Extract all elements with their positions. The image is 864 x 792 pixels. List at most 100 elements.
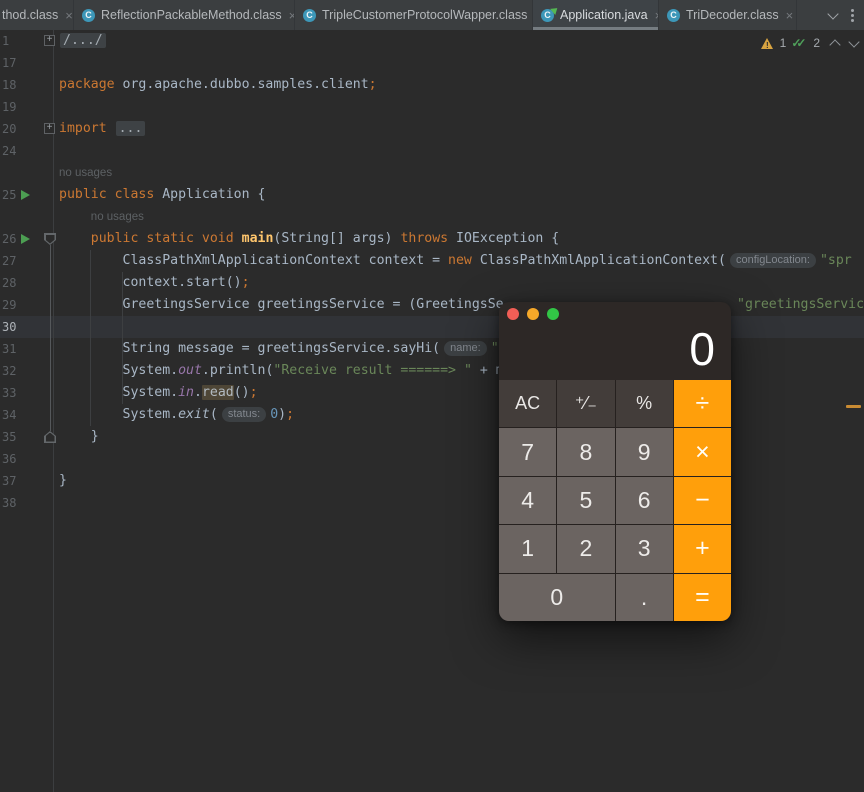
code-token: out: [178, 363, 202, 378]
line-number: 28: [2, 272, 46, 294]
calc-button-−[interactable]: −: [674, 477, 731, 524]
usages-hint[interactable]: no usages: [59, 162, 112, 184]
code-token: }: [59, 429, 99, 444]
calc-button-0[interactable]: 0: [499, 574, 615, 621]
line-number: 35: [2, 426, 46, 448]
code-token: IOException {: [448, 231, 559, 246]
calc-button-+[interactable]: +: [674, 525, 731, 572]
code-line: import ...: [59, 118, 146, 140]
line-number: 33: [2, 382, 46, 404]
line-number: 20: [2, 118, 46, 140]
usages-hint[interactable]: no usages: [91, 206, 144, 228]
code-token: ...: [116, 121, 146, 136]
minimize-button[interactable]: [527, 308, 539, 320]
runnable-class-icon: C: [541, 9, 554, 22]
inspections-widget[interactable]: ! 1 ✓✓ 2: [761, 35, 858, 51]
code-token: exit: [178, 407, 210, 422]
calc-button-÷[interactable]: ÷: [674, 380, 731, 427]
calc-button-1[interactable]: 1: [499, 525, 556, 572]
line-number: 27: [2, 250, 46, 272]
code-token: package: [59, 77, 115, 92]
tab-bar-tools: [829, 0, 864, 30]
code-token: ): [278, 407, 286, 422]
more-vertical-icon[interactable]: [851, 9, 854, 22]
code-token: System.: [59, 407, 178, 422]
fold-expand-icon[interactable]: +: [44, 35, 55, 46]
calc-button-%[interactable]: %: [616, 380, 673, 427]
editor-tab[interactable]: CReflectionPackableMethod.class×: [74, 0, 295, 30]
code-token: public static void: [91, 231, 234, 246]
current-line-highlight: [0, 316, 864, 338]
tab-label: TriDecoder.class: [686, 8, 779, 22]
class-icon: C: [303, 9, 316, 22]
calc-button-6[interactable]: 6: [616, 477, 673, 524]
warning-icon: !: [761, 38, 774, 49]
code-token: [107, 121, 115, 136]
previous-problem-icon[interactable]: [829, 39, 840, 50]
code-token: (String[] args): [273, 231, 400, 246]
tab-close-icon[interactable]: ×: [786, 9, 794, 22]
calc-button-7[interactable]: 7: [499, 428, 556, 475]
code-token: context.start(): [59, 275, 242, 290]
close-button[interactable]: [507, 308, 519, 320]
editor-tab[interactable]: CTripleCustomerProtocolWapper.class×: [295, 0, 533, 30]
tab-label: thod.class: [2, 8, 58, 22]
tab-label: Application.java: [560, 8, 648, 22]
calc-button-=[interactable]: =: [674, 574, 731, 621]
code-line: System.exit(status:0);: [59, 404, 294, 426]
chevron-down-icon[interactable]: [827, 8, 838, 19]
line-number: 32: [2, 360, 46, 382]
code-token: }: [59, 473, 67, 488]
code-token: "spr: [820, 253, 852, 268]
code-token: throws: [400, 231, 448, 246]
editor-tab[interactable]: thod.class ×: [0, 0, 74, 30]
line-number: 30: [2, 316, 46, 338]
calc-display: 0: [689, 322, 716, 376]
fold-expand-icon[interactable]: +: [44, 123, 55, 134]
code-line: String message = greetingsService.sayHi(…: [59, 338, 499, 360]
line-number: 37: [2, 470, 46, 492]
code-line: package org.apache.dubbo.samples.client;: [59, 74, 377, 96]
calc-button-×[interactable]: ×: [674, 428, 731, 475]
code-token: GreetingsService greetingsService = (Gre…: [59, 297, 504, 312]
fold-start-icon[interactable]: [44, 233, 56, 245]
calc-button-⁺⁄₋[interactable]: ⁺⁄₋: [557, 380, 614, 427]
scrollbar-warning-stripe: [846, 405, 861, 408]
tab-close-icon[interactable]: ×: [65, 9, 73, 22]
calc-button-AC[interactable]: AC: [499, 380, 556, 427]
code-token: [59, 231, 91, 246]
line-number: 38: [2, 492, 46, 514]
run-overlay-icon: [550, 5, 560, 15]
code-line: }: [59, 426, 99, 448]
class-icon: C: [667, 9, 680, 22]
code-line: ClassPathXmlApplicationContext context =…: [59, 250, 852, 272]
code-token: import: [59, 121, 107, 136]
code-line: System.out.println("Receive result =====…: [59, 360, 504, 382]
editor-area[interactable]: 1+/.../1718package org.apache.dubbo.samp…: [0, 30, 864, 792]
code-line: /.../: [59, 30, 107, 52]
calc-button-5[interactable]: 5: [557, 477, 614, 524]
calc-button-2[interactable]: 2: [557, 525, 614, 572]
zoom-button[interactable]: [547, 308, 559, 320]
code-token: Application {: [154, 187, 265, 202]
code-token: main: [234, 231, 274, 246]
next-problem-icon[interactable]: [848, 36, 859, 47]
code-token: (): [234, 385, 250, 400]
code-token: /.../: [60, 33, 106, 48]
run-gutter-icon[interactable]: [21, 190, 30, 200]
tab-label: TripleCustomerProtocolWapper.class: [322, 8, 527, 22]
calc-button-.[interactable]: .: [616, 574, 673, 621]
editor-tab[interactable]: C TriDecoder.class ×: [659, 0, 797, 30]
inlay-hint: name:: [444, 341, 487, 356]
calc-keypad: AC⁺⁄₋%÷ 789× 456− 123+0.=: [499, 380, 731, 621]
calc-button-8[interactable]: 8: [557, 428, 614, 475]
fold-end-icon[interactable]: [44, 431, 56, 443]
run-gutter-icon[interactable]: [21, 234, 30, 244]
calc-button-9[interactable]: 9: [616, 428, 673, 475]
tab-list: thod.class×CReflectionPackableMethod.cla…: [0, 0, 797, 30]
line-number: 29: [2, 294, 46, 316]
code-token: new: [448, 253, 472, 268]
editor-tab[interactable]: CApplication.java×: [533, 0, 659, 30]
calc-button-3[interactable]: 3: [616, 525, 673, 572]
calc-button-4[interactable]: 4: [499, 477, 556, 524]
